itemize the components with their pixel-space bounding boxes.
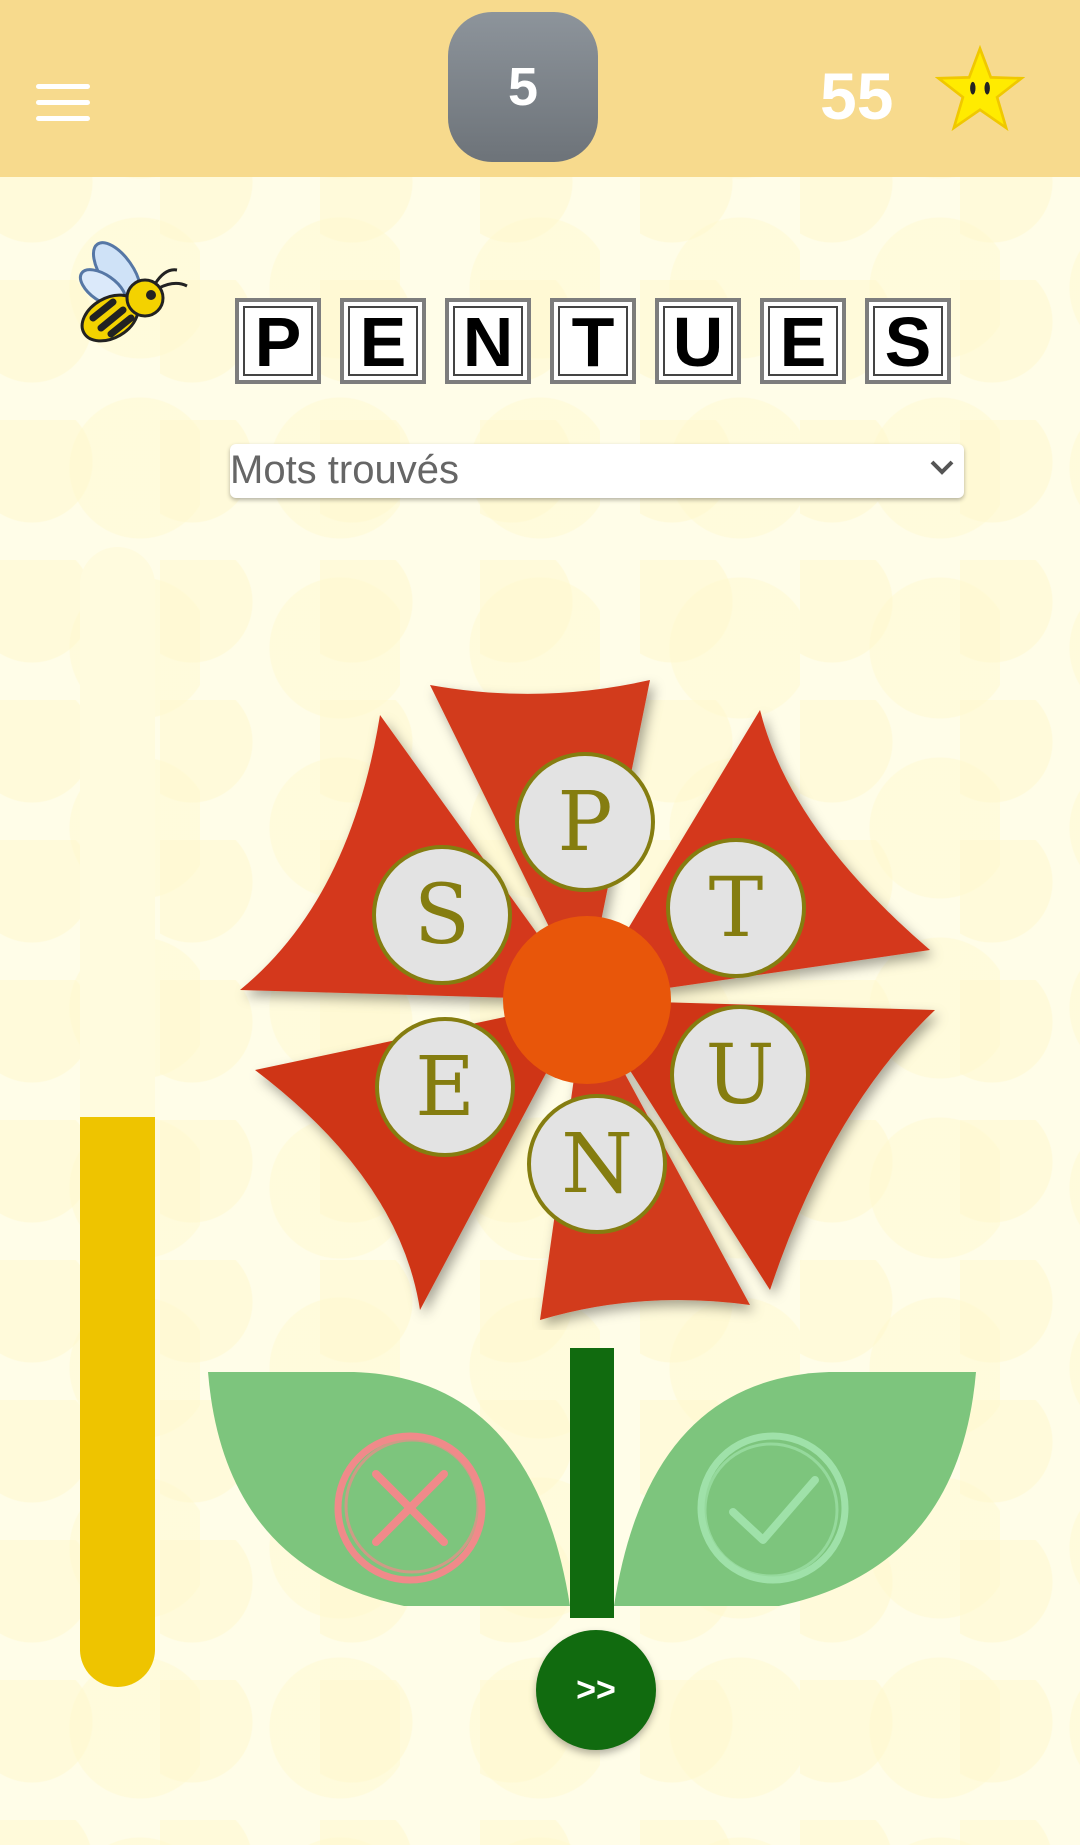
word-letter-box: E xyxy=(340,298,426,384)
word-letter-box: P xyxy=(235,298,321,384)
progress-fill xyxy=(80,1117,155,1687)
word-letters: P E N T U E S xyxy=(235,298,951,384)
hamburger-menu-icon[interactable] xyxy=(36,84,90,124)
top-bar: 5 55 xyxy=(0,0,1080,177)
letter-tile-t[interactable]: T xyxy=(666,838,806,978)
score-value: 55 xyxy=(820,59,894,133)
star-icon xyxy=(935,45,1025,132)
svg-text:U: U xyxy=(705,1028,774,1123)
found-words-label: Mots trouvés xyxy=(230,448,459,492)
next-button[interactable]: >> xyxy=(536,1630,656,1750)
progress-bar xyxy=(80,547,155,1687)
leaves-and-stem xyxy=(208,1348,976,1618)
cross-icon[interactable] xyxy=(330,1428,490,1588)
word-letter: P xyxy=(243,306,313,377)
letter-tile-s[interactable]: S xyxy=(372,845,512,985)
letter-tile-e[interactable]: E xyxy=(375,1017,515,1157)
letter-tile-n[interactable]: N xyxy=(527,1094,667,1234)
word-letter: N xyxy=(453,306,523,377)
check-icon[interactable] xyxy=(693,1428,853,1588)
word-letter: U xyxy=(663,306,733,377)
word-letter-box: S xyxy=(865,298,951,384)
word-letter-box: U xyxy=(655,298,741,384)
letter-tile-p[interactable]: P xyxy=(515,752,655,892)
flower: P T U N E S xyxy=(240,680,935,1320)
stem xyxy=(570,1348,614,1618)
chevron-down-icon xyxy=(930,460,954,475)
flower-center xyxy=(503,916,671,1084)
svg-text:T: T xyxy=(709,861,764,956)
word-letter: E xyxy=(348,306,418,377)
svg-text:E: E xyxy=(415,1040,475,1135)
menu-line xyxy=(36,84,90,89)
svg-text:P: P xyxy=(557,775,612,870)
svg-text:S: S xyxy=(414,868,470,963)
word-letter-box: T xyxy=(550,298,636,384)
bee-icon xyxy=(78,241,188,343)
word-letter: T xyxy=(558,306,628,377)
letter-tile-u[interactable]: U xyxy=(670,1005,810,1145)
svg-text:N: N xyxy=(561,1117,633,1212)
menu-line xyxy=(36,116,90,121)
word-letter-box: N xyxy=(445,298,531,384)
menu-line xyxy=(36,100,90,105)
word-letter-box: E xyxy=(760,298,846,384)
found-words-dropdown[interactable]: Mots trouvés xyxy=(230,444,964,498)
word-letter: S xyxy=(873,306,943,377)
word-letter: E xyxy=(768,306,838,377)
level-badge: 5 xyxy=(448,12,598,162)
